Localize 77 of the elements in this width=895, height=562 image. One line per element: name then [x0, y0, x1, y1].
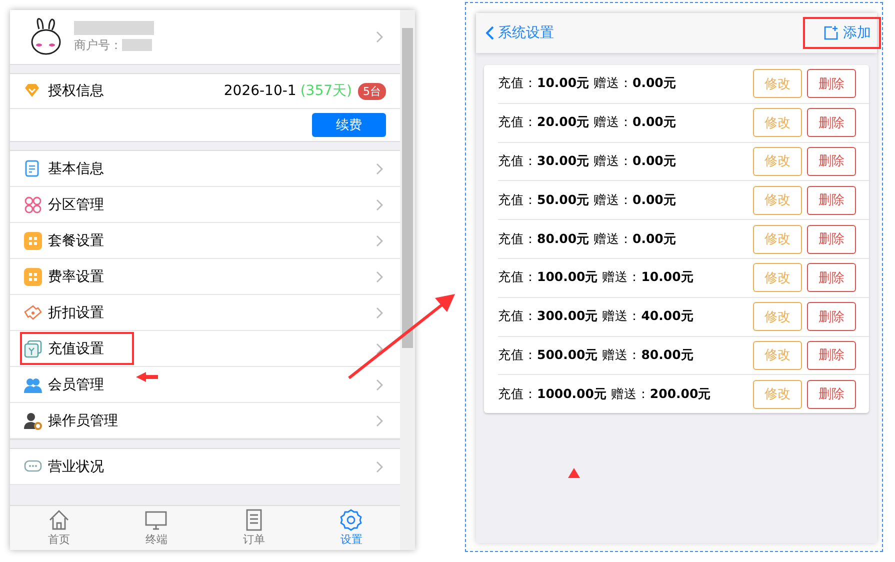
menu-item-label: 充值设置 [48, 340, 104, 358]
delete-button[interactable]: 删除 [807, 302, 856, 332]
menu-item[interactable]: 基本信息 [10, 151, 400, 187]
menu-item[interactable]: 会员管理 [10, 367, 400, 403]
clover-icon [24, 196, 42, 214]
remaining-days: (357天) [300, 82, 352, 100]
recharge-rule: 充值：30.00元 赠送：0.00元 [498, 152, 678, 170]
chevron-right-icon [376, 31, 384, 43]
delete-button[interactable]: 删除 [807, 186, 856, 215]
expiry-date: 2026-10-1 [224, 83, 296, 99]
add-icon [823, 25, 839, 41]
delete-button[interactable]: 删除 [807, 340, 856, 370]
renew-button[interactable]: 续费 [312, 113, 386, 137]
back-link[interactable]: 系统设置 [486, 24, 554, 42]
users-icon [24, 376, 42, 394]
menu-item-label: 套餐设置 [48, 232, 104, 250]
menu-item[interactable]: 操作员管理 [10, 403, 400, 439]
menu-item[interactable]: 充值设置 [10, 331, 400, 367]
menu-item-label: 分区管理 [48, 196, 104, 214]
scrollbar[interactable] [400, 10, 415, 550]
chevron-right-icon [376, 270, 384, 282]
menu-item-label: 基本信息 [48, 160, 104, 178]
menu-item[interactable]: 费率设置 [10, 259, 400, 295]
tab-bar-item[interactable]: 设置 [302, 506, 400, 550]
document-icon [24, 160, 42, 178]
chevron-left-icon [486, 26, 494, 40]
yen-card-icon [24, 340, 42, 358]
merchant-number-label: 商户号： [74, 36, 122, 54]
profile-row[interactable]: 商户号： [10, 10, 400, 64]
device-count-badge: 5台 [358, 82, 386, 100]
tab-bar-item[interactable]: 首页 [10, 506, 108, 550]
tab-bar-item[interactable]: 终端 [108, 506, 205, 550]
recharge-rule: 充值：10.00元 赠送：0.00元 [498, 75, 678, 92]
chevron-right-icon [376, 378, 384, 390]
monitor-icon [145, 509, 168, 531]
chevron-right-icon [376, 342, 384, 354]
menu-item-label: 折扣设置 [48, 304, 104, 322]
user-gear-icon [24, 412, 42, 430]
recharge-rule: 充值：80.00元 赠送：0.00元 [498, 230, 678, 248]
license-info-label: 授权信息 [48, 82, 105, 100]
delete-button[interactable]: 删除 [807, 380, 856, 409]
menu-item[interactable]: 营业状况 [10, 449, 400, 485]
recharge-rule: 充值：300.00元 赠送：40.00元 [498, 308, 695, 326]
menu-item-label: 费率设置 [48, 268, 104, 286]
menu-item[interactable]: 分区管理 [10, 187, 400, 223]
chevron-right-icon [376, 198, 384, 210]
recharge-rule: 充值：20.00元 赠送：0.00元 [498, 114, 678, 132]
tab-bar-item[interactable]: 订单 [205, 506, 302, 550]
annotation-arrow [136, 372, 158, 382]
grid-icon [24, 268, 42, 286]
home-icon [48, 509, 70, 531]
triangle-marker-icon [568, 468, 580, 478]
settings-icon [340, 509, 362, 531]
add-button[interactable]: 添加 [803, 17, 881, 49]
chevron-right-icon [376, 460, 384, 472]
recharge-rule: 充值：1000.00元 赠送：200.00元 [498, 386, 712, 403]
ticket-icon [24, 304, 42, 322]
blurred-number [122, 39, 152, 51]
grid-icon [24, 232, 42, 250]
recharge-rule: 充值：50.00元 赠送：0.00元 [498, 192, 678, 209]
delete-button[interactable]: 删除 [807, 108, 856, 138]
delete-button[interactable]: 删除 [807, 69, 856, 98]
delete-button[interactable]: 删除 [807, 224, 856, 254]
menu-item-label: 操作员管理 [48, 412, 118, 430]
menu-item[interactable]: 套餐设置 [10, 223, 400, 259]
chevron-right-icon [376, 306, 384, 318]
chevron-right-icon [376, 234, 384, 246]
menu-item[interactable]: 折扣设置 [10, 295, 400, 331]
diamond-icon [24, 83, 40, 99]
delete-button[interactable]: 删除 [807, 263, 856, 292]
recharge-rule: 充值：500.00元 赠送：80.00元 [498, 346, 695, 364]
chevron-right-icon [376, 162, 384, 174]
chevron-right-icon [376, 414, 384, 426]
recharge-rule: 充值：100.00元 赠送：10.00元 [498, 269, 695, 286]
delete-button[interactable]: 删除 [807, 146, 856, 176]
menu-item-label: 营业状况 [48, 458, 104, 476]
menu-item-label: 会员管理 [48, 376, 104, 394]
